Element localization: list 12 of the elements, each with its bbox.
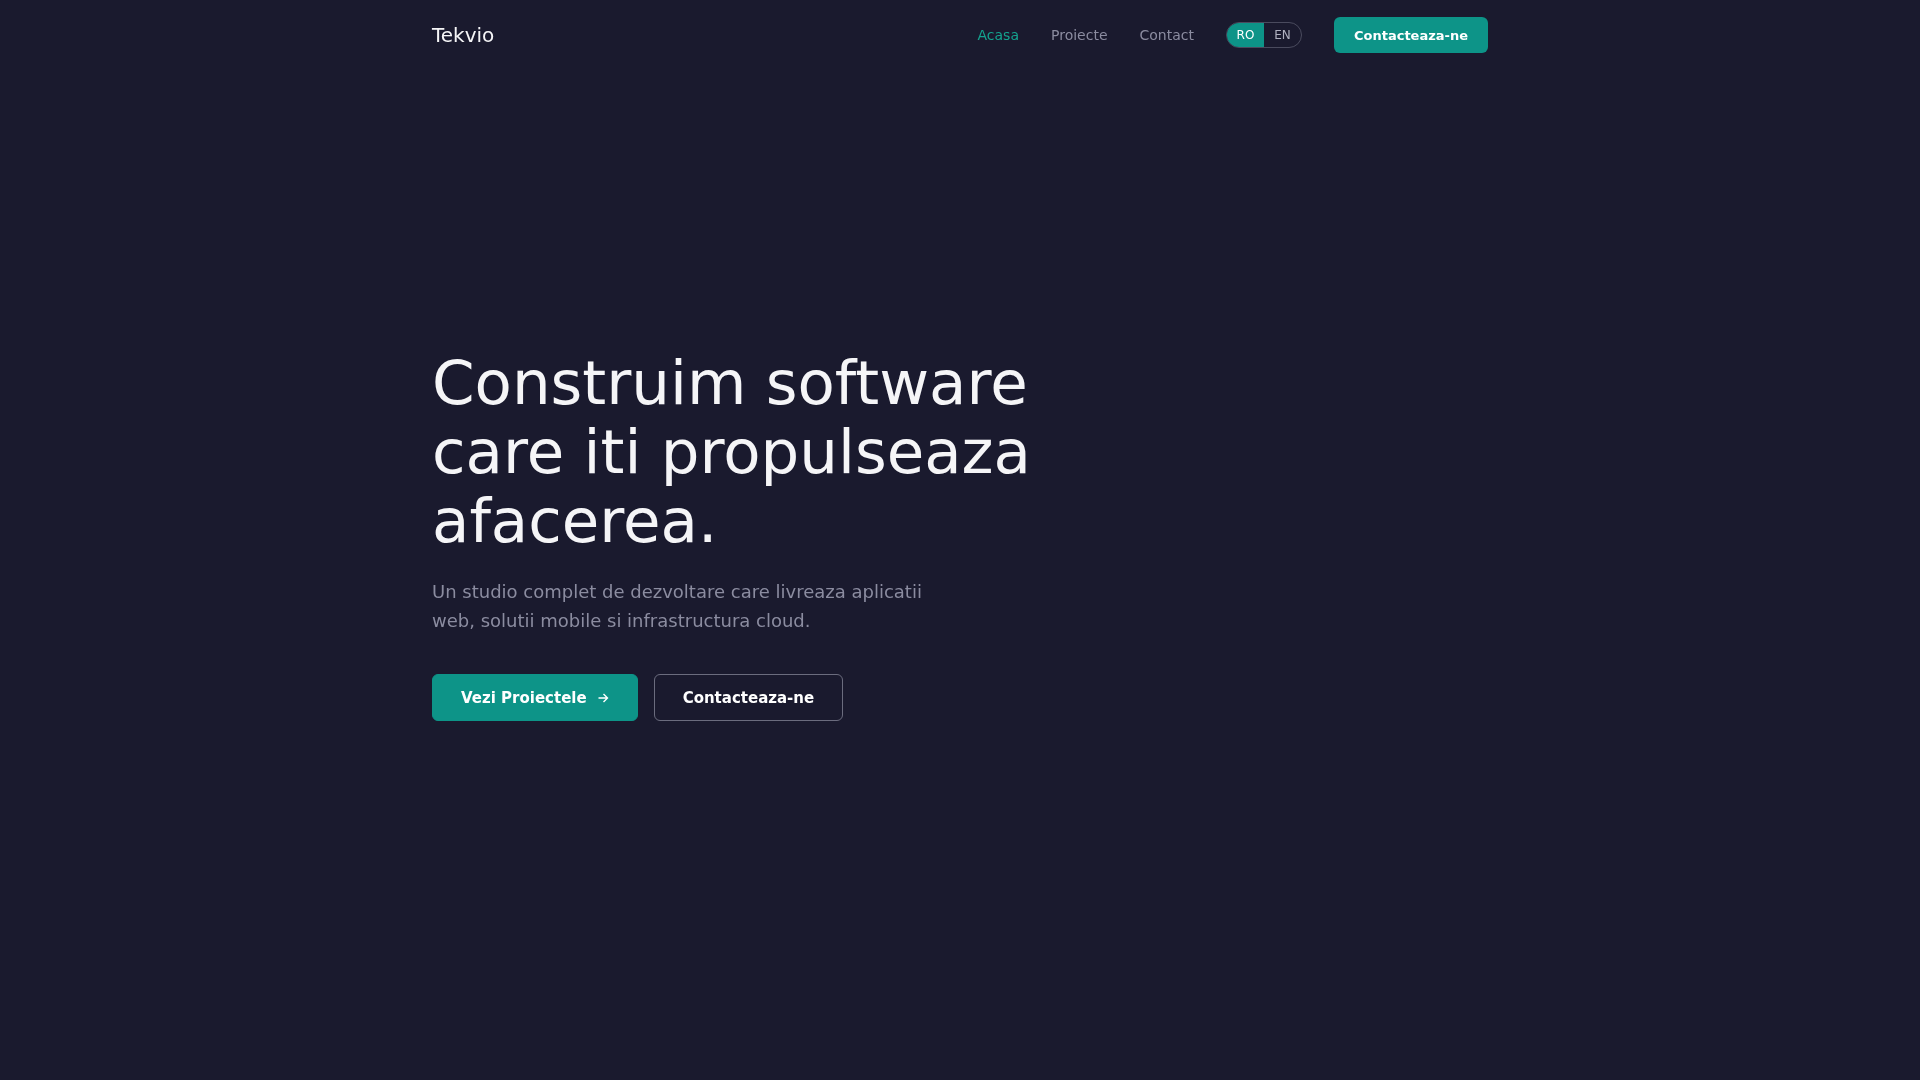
contact-button[interactable]: Contacteaza-ne (1333, 17, 1488, 53)
nav-link[interactable]: Proiecte (1051, 27, 1108, 43)
logo[interactable]: Tekvio (432, 23, 495, 47)
nav-link[interactable]: Acasa (977, 27, 1019, 43)
projects-button[interactable]: Vezi Proiectele (432, 674, 638, 721)
contact-button[interactable]: Contacteaza-ne (653, 674, 844, 721)
language-option[interactable]: RO (1226, 23, 1264, 47)
language-option[interactable]: EN (1263, 23, 1301, 47)
hero-subtitle: Un studio complet de dezvoltare care livreaza aplicatii web, solutii mobile si infrastructura cloud. (432, 580, 923, 633)
arrow-right-icon (596, 691, 609, 704)
nav-link[interactable]: Contact (1139, 27, 1194, 43)
hero-headline: Construim software care iti propulseaza afacerea. (432, 348, 1032, 555)
